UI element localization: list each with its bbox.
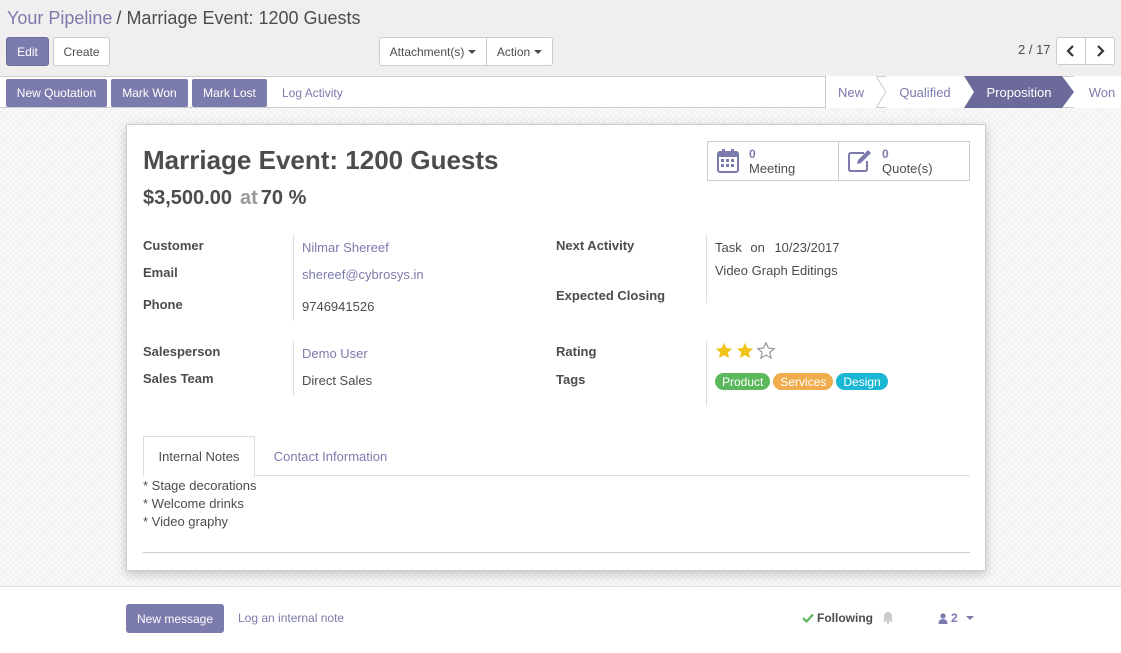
internal-notes-content[interactable]: * Stage decorations * Welcome drinks * V… bbox=[143, 477, 256, 531]
next-activity-field[interactable]: Task on 10/23/2017 bbox=[715, 240, 840, 255]
notebook-tabs: Internal Notes Contact Information bbox=[143, 436, 970, 477]
calendar-icon bbox=[717, 149, 739, 173]
field-divider bbox=[706, 235, 707, 303]
stage-proposition[interactable]: Proposition bbox=[976, 76, 1062, 108]
attachments-label: Attachment(s) bbox=[389, 44, 465, 59]
tags-field[interactable]: Product Services Design bbox=[715, 373, 888, 390]
user-icon bbox=[938, 612, 948, 624]
phone-field[interactable]: 9746941526 bbox=[302, 299, 374, 314]
quotes-smart-button[interactable]: 0 Quote(s) bbox=[838, 142, 969, 180]
breadcrumb-current: Marriage Event: 1200 Guests bbox=[126, 8, 361, 28]
pager-value[interactable]: 2 / 17 bbox=[1018, 42, 1051, 57]
meetings-smart-button[interactable]: 0 Meeting bbox=[708, 142, 838, 180]
revenue-value: $3,500.00 bbox=[143, 187, 232, 209]
meetings-count: 0 bbox=[749, 146, 756, 161]
sales-team-field[interactable]: Direct Sales bbox=[302, 373, 372, 388]
phone-label: Phone bbox=[143, 297, 183, 312]
customer-field[interactable]: Nilmar Shereef bbox=[302, 240, 389, 255]
quotes-label: Quote(s) bbox=[882, 160, 933, 176]
stage-proposition-label: Proposition bbox=[986, 84, 1052, 100]
note-line: * Stage decorations bbox=[143, 478, 257, 493]
followers-count: 2 bbox=[951, 611, 958, 625]
stage-qualified-label: Qualified bbox=[899, 84, 951, 100]
salesperson-label: Salesperson bbox=[143, 344, 221, 359]
new-message-button[interactable]: New message bbox=[126, 604, 224, 633]
chevron-left-icon bbox=[1066, 45, 1074, 57]
control-panel: Your Pipeline / Marriage Event: 1200 Guest… bbox=[0, 0, 1121, 76]
following-button[interactable]: Following bbox=[802, 611, 873, 625]
star-empty-icon[interactable] bbox=[757, 342, 775, 359]
email-label: Email bbox=[143, 265, 178, 280]
form-sheet: Marriage Event: 1200 Guests $3,500.00 at 7… bbox=[126, 124, 986, 571]
field-divider bbox=[293, 235, 294, 321]
email-field[interactable]: shereef@cybrosys.in bbox=[302, 267, 424, 282]
log-internal-note-link[interactable]: Log an internal note bbox=[238, 611, 344, 625]
breadcrumb: Your Pipeline / Marriage Event: 1200 Guest… bbox=[7, 8, 361, 29]
customer-label: Customer bbox=[143, 238, 204, 253]
star-filled-icon[interactable] bbox=[736, 342, 754, 359]
rating-stars[interactable] bbox=[715, 342, 775, 359]
next-activity-on: on bbox=[750, 240, 765, 255]
divider bbox=[143, 552, 970, 553]
stage-won[interactable]: Won bbox=[1074, 76, 1121, 108]
field-divider bbox=[706, 341, 707, 406]
note-line: * Video graphy bbox=[143, 514, 229, 529]
chevron-right-icon bbox=[1097, 45, 1105, 57]
tag-badge[interactable]: Product bbox=[715, 373, 771, 390]
attachments-dropdown[interactable]: Attachment(s) bbox=[379, 37, 487, 66]
next-activity-type: Task bbox=[715, 240, 742, 255]
opportunity-title: Marriage Event: 1200 Guests bbox=[143, 145, 499, 175]
probability-value: 70 % bbox=[260, 187, 307, 209]
quotes-count: 0 bbox=[882, 146, 889, 161]
star-filled-icon[interactable] bbox=[715, 342, 733, 359]
stage-new[interactable]: New bbox=[826, 76, 876, 108]
pager-next-button[interactable] bbox=[1085, 37, 1115, 65]
create-button[interactable]: Create bbox=[53, 37, 110, 66]
expected-revenue: $3,500.00 at 70 % bbox=[143, 187, 306, 210]
note-line: * Welcome drinks bbox=[143, 496, 244, 511]
stage-selector: New Qualified Proposition Won bbox=[825, 76, 1121, 108]
salesperson-field[interactable]: Demo User bbox=[302, 346, 368, 361]
action-dropdown[interactable]: Action bbox=[486, 37, 553, 66]
rating-label: Rating bbox=[556, 344, 597, 359]
statusbar: New Quotation Mark Won Mark Lost Log Act… bbox=[0, 76, 1121, 108]
sales-team-label: Sales Team bbox=[143, 371, 214, 386]
check-icon bbox=[802, 613, 814, 623]
field-divider bbox=[293, 341, 294, 396]
breadcrumb-pipeline-link[interactable]: Your Pipeline bbox=[7, 8, 112, 28]
stage-qualified[interactable]: Qualified bbox=[886, 76, 964, 108]
smart-buttons: 0 Meeting 0 Quote(s) bbox=[707, 141, 970, 181]
caret-down-icon bbox=[468, 49, 477, 54]
mark-won-button[interactable]: Mark Won bbox=[111, 79, 188, 107]
stage-arrow-separator bbox=[1062, 76, 1074, 108]
stage-arrow-separator bbox=[876, 76, 886, 108]
caret-down-icon bbox=[534, 49, 543, 54]
following-label: Following bbox=[817, 611, 873, 625]
tab-contact-information[interactable]: Contact Information bbox=[258, 436, 403, 476]
action-label: Action bbox=[496, 44, 531, 59]
edit-button[interactable]: Edit bbox=[6, 37, 49, 66]
followers-dropdown[interactable]: 2 bbox=[938, 611, 974, 625]
next-activity-label: Next Activity bbox=[556, 238, 635, 253]
bell-icon[interactable] bbox=[882, 611, 894, 624]
stage-won-label: Won bbox=[1088, 84, 1116, 100]
next-activity-summary[interactable]: Video Graph Editings bbox=[715, 263, 838, 278]
caret-down-icon bbox=[965, 616, 974, 620]
breadcrumb-separator: / bbox=[116, 8, 122, 28]
stage-new-label: New bbox=[837, 84, 864, 100]
pager-previous-button[interactable] bbox=[1056, 37, 1086, 65]
revenue-at: at bbox=[239, 187, 258, 209]
meetings-label: Meeting bbox=[749, 160, 796, 176]
next-activity-date: 10/23/2017 bbox=[774, 240, 840, 255]
tag-badge[interactable]: Services bbox=[773, 373, 834, 390]
new-quotation-button[interactable]: New Quotation bbox=[6, 79, 107, 107]
tab-internal-notes[interactable]: Internal Notes bbox=[143, 436, 255, 477]
log-activity-link[interactable]: Log Activity bbox=[282, 79, 343, 107]
mark-lost-button[interactable]: Mark Lost bbox=[192, 79, 267, 107]
tags-label: Tags bbox=[556, 372, 586, 387]
stage-arrow-separator bbox=[964, 76, 976, 108]
tag-badge[interactable]: Design bbox=[836, 373, 888, 390]
expected-closing-label: Expected Closing bbox=[556, 288, 666, 303]
edit-icon bbox=[848, 150, 871, 172]
